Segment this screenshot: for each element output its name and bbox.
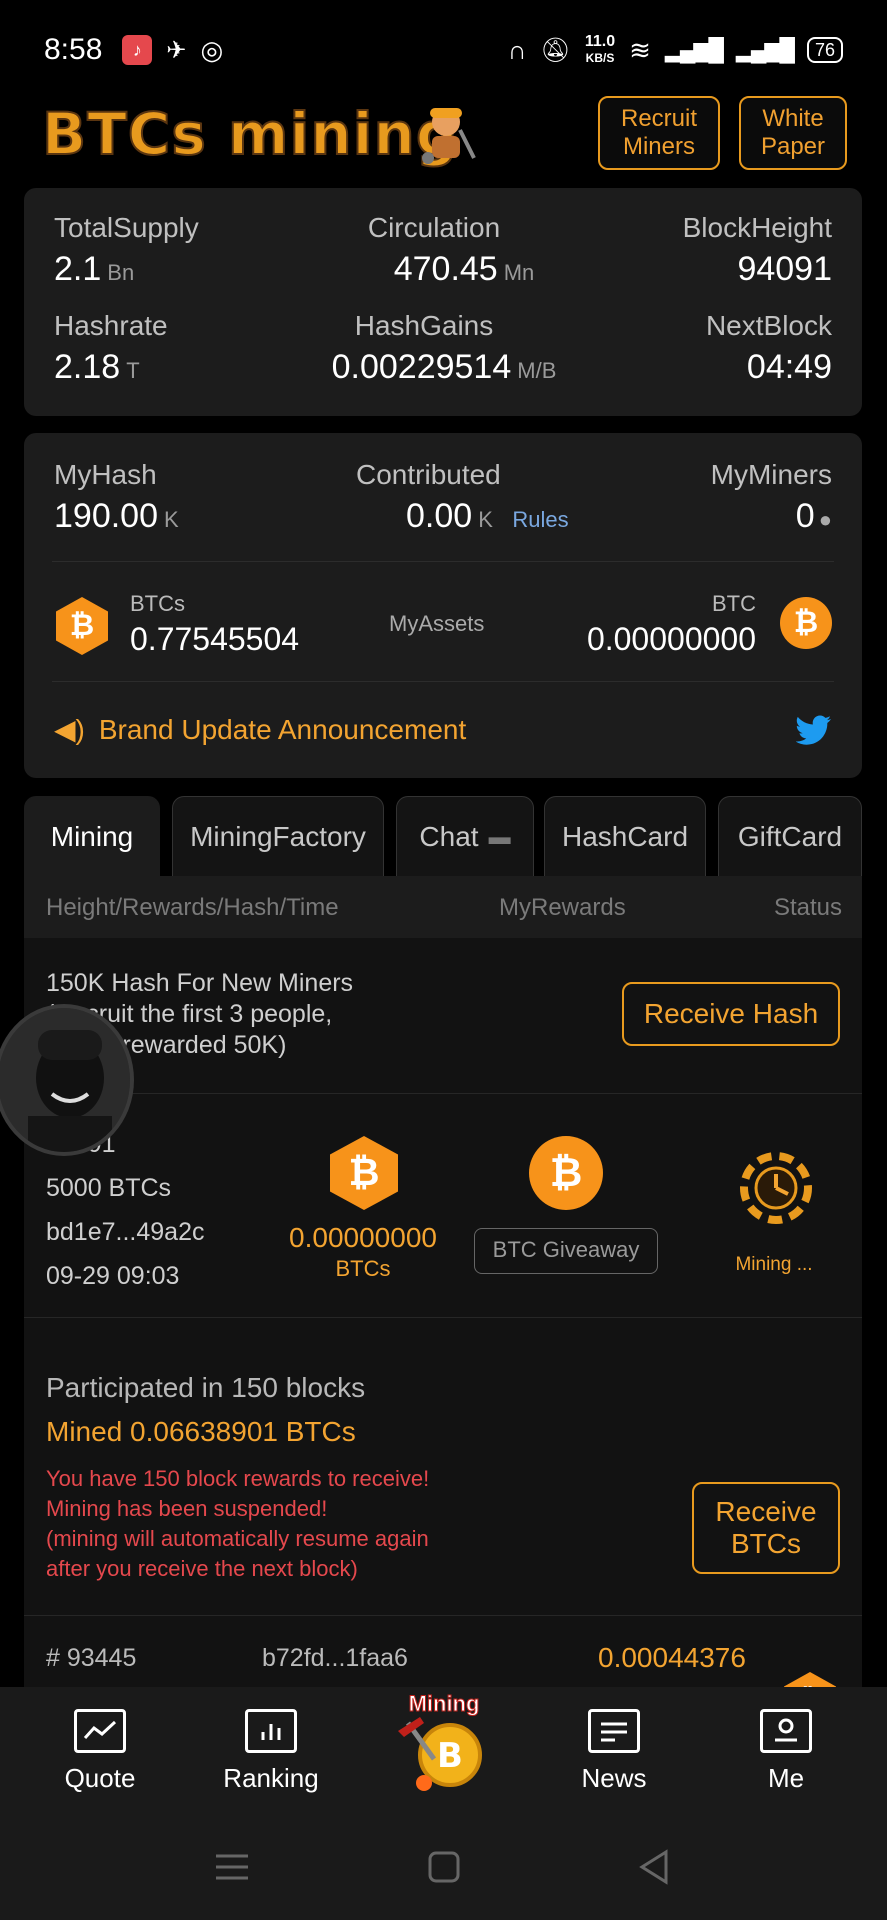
new-miner-promo: 150K Hash For New Miners (Recruit the fi…: [24, 938, 862, 1094]
next-block-stat: NextBlock 04:49: [705, 310, 832, 386]
block-reward: 5000 BTCs: [46, 1174, 172, 1202]
mining-status: Mining ...: [735, 1254, 813, 1275]
block-row: 94091 5000 BTCs bd1e7...49a2c 09-29 09:0…: [24, 1094, 862, 1318]
person-icon: ●: [818, 507, 832, 532]
nav-quote[interactable]: Quote: [40, 1709, 160, 1794]
speaker-icon: ◀): [54, 714, 85, 745]
chat-bubble-icon: ▬: [488, 823, 511, 849]
total-supply-stat: TotalSupply 2.1 Bn: [54, 212, 199, 288]
news-icon: [588, 1709, 640, 1753]
tab-mining[interactable]: Mining: [24, 796, 160, 876]
block-time: 09-29 09:03: [46, 1262, 180, 1290]
home-icon[interactable]: [428, 1851, 460, 1883]
tab-chat[interactable]: Chat ▬: [396, 796, 534, 876]
my-hash-stat: MyHash 190.00 K: [54, 459, 179, 535]
signal-icon-2: ▂▄▆█: [735, 37, 795, 62]
btc-balance: BTC 0.00000000: [586, 591, 756, 657]
bottom-nav: Quote Ranking Mining B News Me: [0, 1687, 887, 1817]
btcs-coin-icon: ₿: [330, 1136, 398, 1210]
participated-text: Participated in 150 blocks: [46, 1372, 366, 1403]
receive-btcs-button[interactable]: Receive BTCs: [692, 1482, 840, 1574]
clock: 8:58: [44, 33, 103, 66]
nav-news[interactable]: News: [554, 1709, 674, 1794]
my-block-reward: 0.00000000 BTCs: [289, 1222, 437, 1281]
my-assets-label: MyAssets: [389, 611, 485, 636]
suspended-warning: You have 150 block rewards to receive! M…: [46, 1466, 430, 1581]
wifi-icon: ≋: [629, 34, 651, 65]
hash-gains-stat: HashGains 0.00229514 M/B: [331, 310, 557, 386]
nav-mining[interactable]: Mining B: [384, 1691, 504, 1802]
mined-text: Mined 0.06638901 BTCs: [46, 1416, 356, 1447]
floating-avatar[interactable]: [0, 1004, 134, 1156]
chart-icon: [74, 1709, 126, 1753]
tab-mining-factory[interactable]: MiningFactory: [172, 796, 384, 876]
system-nav-bar: [0, 1817, 887, 1920]
mining-summary: Participated in 150 blocks Mined 0.06638…: [24, 1318, 862, 1616]
app-logo: BTCs mining: [41, 99, 459, 169]
block-hash: bd1e7...49a2c: [46, 1218, 205, 1246]
divider: [52, 561, 834, 562]
circulation-stat: Circulation 470.45 Mn: [367, 212, 535, 288]
btc-coin-icon: ₿: [529, 1136, 603, 1210]
announcement-banner[interactable]: ◀) Brand Update Announcement: [54, 713, 466, 746]
tab-hash-card[interactable]: HashCard: [544, 796, 706, 876]
network-stats-card: TotalSupply 2.1 Bn Circulation 470.45 Mn B…: [24, 188, 862, 416]
status-bar: 8:58 ♪ ✈ ◎ ∩ 🔕︎ 11.0 KB/S ≋ ▂▄▆█ ▂▄▆█ 76: [0, 0, 887, 100]
svg-text:B: B: [437, 1736, 463, 1776]
app-header: BTCs mining Recruit Miners White Paper: [0, 92, 887, 182]
bar-chart-icon: [245, 1709, 297, 1753]
mining-panel: Height/Rewards/Hash/Time MyRewards Statu…: [24, 876, 862, 1696]
rules-link[interactable]: Rules: [512, 507, 568, 532]
table-header: Height/Rewards/Hash/Time MyRewards Statu…: [24, 876, 862, 938]
hashrate-stat: Hashrate 2.18 T: [54, 310, 168, 386]
contributed-stat: Contributed 0.00 K Rules: [356, 459, 569, 535]
tab-gift-card[interactable]: GiftCard: [718, 796, 862, 876]
back-icon[interactable]: [638, 1849, 670, 1885]
mining-gear-icon: [740, 1152, 812, 1224]
messenger-icon: ◎: [200, 34, 224, 65]
twitter-icon[interactable]: [796, 715, 832, 745]
my-miners-stat[interactable]: MyMiners 0 ●: [711, 459, 832, 536]
btcs-balance: BTCs 0.77545504: [130, 591, 300, 657]
battery-icon: 76: [806, 37, 843, 63]
headphones-icon: ∩: [507, 34, 527, 65]
mining-coin-icon: B: [398, 1717, 482, 1791]
music-app-icon: ♪: [122, 35, 153, 65]
divider: [52, 681, 834, 682]
white-paper-button[interactable]: White Paper: [739, 96, 847, 170]
btc-giveaway-badge[interactable]: BTC Giveaway: [474, 1228, 658, 1274]
block-height-stat: BlockHeight 94091: [682, 212, 832, 288]
block-row[interactable]: # 93445 b72fd...1faa6 0.00044376 ₿: [24, 1616, 862, 1696]
btcs-coin-icon: ₿: [56, 597, 108, 655]
network-speed: 11.0 KB/S: [584, 33, 616, 66]
nav-ranking[interactable]: Ranking: [211, 1709, 331, 1794]
signal-icon: ▂▄▆█: [664, 37, 724, 62]
miner-mascot-icon: [422, 108, 476, 164]
notification-icon: ✈: [166, 36, 187, 64]
profile-icon: [760, 1709, 812, 1753]
my-mining-card: MyHash 190.00 K Contributed 0.00 K Rules M…: [24, 433, 862, 778]
mute-icon: 🔕︎: [540, 36, 571, 64]
nav-me[interactable]: Me: [726, 1709, 846, 1794]
btc-coin-icon: ₿: [780, 597, 832, 649]
menu-icon[interactable]: [216, 1853, 248, 1881]
mining-tabs: Mining MiningFactory Chat ▬ HashCard Gif…: [24, 796, 862, 878]
recruit-miners-button[interactable]: Recruit Miners: [598, 96, 720, 170]
receive-hash-button[interactable]: Receive Hash: [622, 982, 840, 1046]
